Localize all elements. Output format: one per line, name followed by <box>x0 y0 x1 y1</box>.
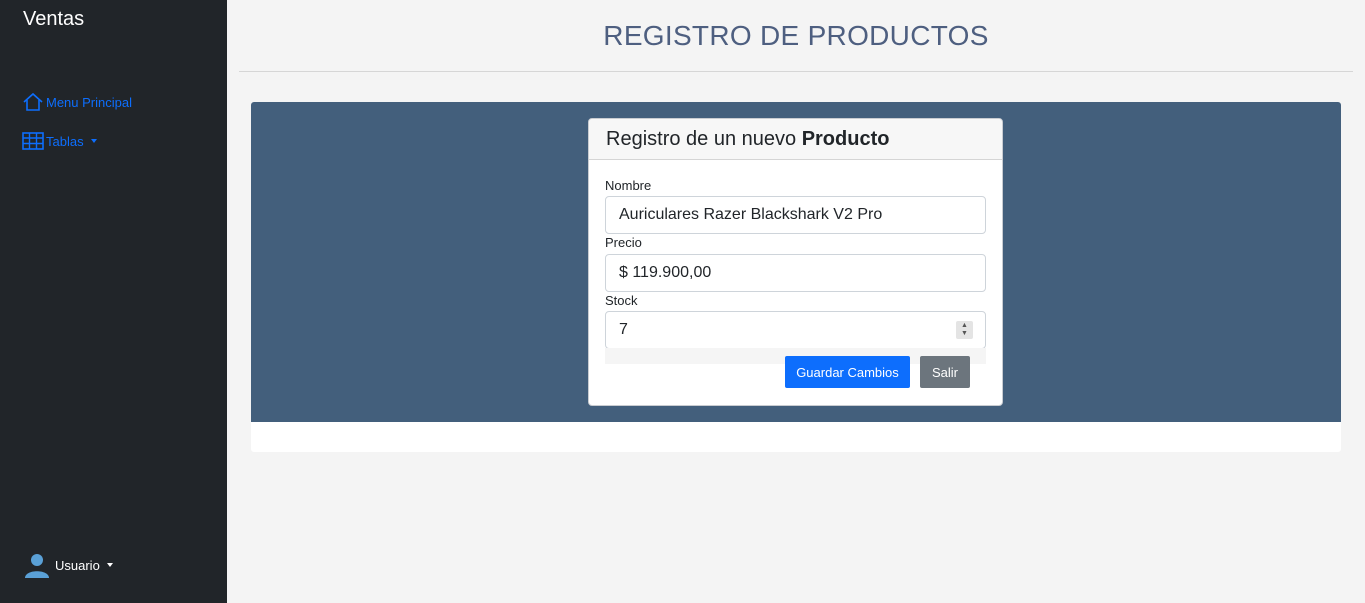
card-title-prefix: Registro de un nuevo <box>606 128 802 150</box>
stepper-spinner[interactable]: ▲ ▼ <box>956 321 973 339</box>
precio-value: $ 119.900,00 <box>619 264 712 281</box>
nombre-label: Nombre <box>605 178 652 193</box>
user-label: Usuario <box>55 557 100 573</box>
brand-title: Ventas <box>23 8 85 30</box>
chevron-down-icon[interactable]: ▼ <box>961 330 968 338</box>
sidebar-item-tablas[interactable]: Tablas <box>22 131 97 151</box>
precio-field[interactable]: $ 119.900,00 <box>605 254 986 292</box>
sidebar-item-label: Menu Principal <box>46 94 132 110</box>
chevron-up-icon[interactable]: ▲ <box>961 322 968 330</box>
table-icon <box>22 132 44 150</box>
home-icon <box>23 92 43 111</box>
nombre-field[interactable]: Auriculares Razer Blackshark V2 Pro <box>605 196 986 234</box>
page-title: REGISTRO DE PRODUCTOS <box>603 20 989 51</box>
stock-value: 7 <box>619 321 628 338</box>
stock-stepper[interactable]: 7 ▲ ▼ <box>605 311 986 349</box>
precio-label: Precio <box>605 235 642 250</box>
sidebar-item-label: Tablas <box>46 133 84 149</box>
stock-label: Stock <box>605 293 638 308</box>
save-button[interactable]: Guardar Cambios <box>785 356 910 388</box>
user-avatar-icon <box>25 554 49 578</box>
card-header: Registro de un nuevo Producto <box>589 119 1002 160</box>
sidebar-item-menu-principal[interactable]: Menu Principal <box>22 92 132 112</box>
user-menu[interactable]: Usuario <box>24 552 113 578</box>
sidebar: Ventas Menu Principal Tablas Usuario <box>0 0 227 603</box>
product-form-card: Registro de un nuevo Producto Nombre Aur… <box>588 118 1003 406</box>
content-panel: Registro de un nuevo Producto Nombre Aur… <box>251 102 1341 452</box>
panel-band: Registro de un nuevo Producto Nombre Aur… <box>251 102 1341 422</box>
caret-down-icon <box>90 139 97 143</box>
exit-button[interactable]: Salir <box>920 356 970 388</box>
card-title-bold: Producto <box>801 128 890 150</box>
caret-down-icon <box>106 563 113 567</box>
nombre-value: Auriculares Razer Blackshark V2 Pro <box>619 206 883 223</box>
header-divider <box>239 71 1353 72</box>
